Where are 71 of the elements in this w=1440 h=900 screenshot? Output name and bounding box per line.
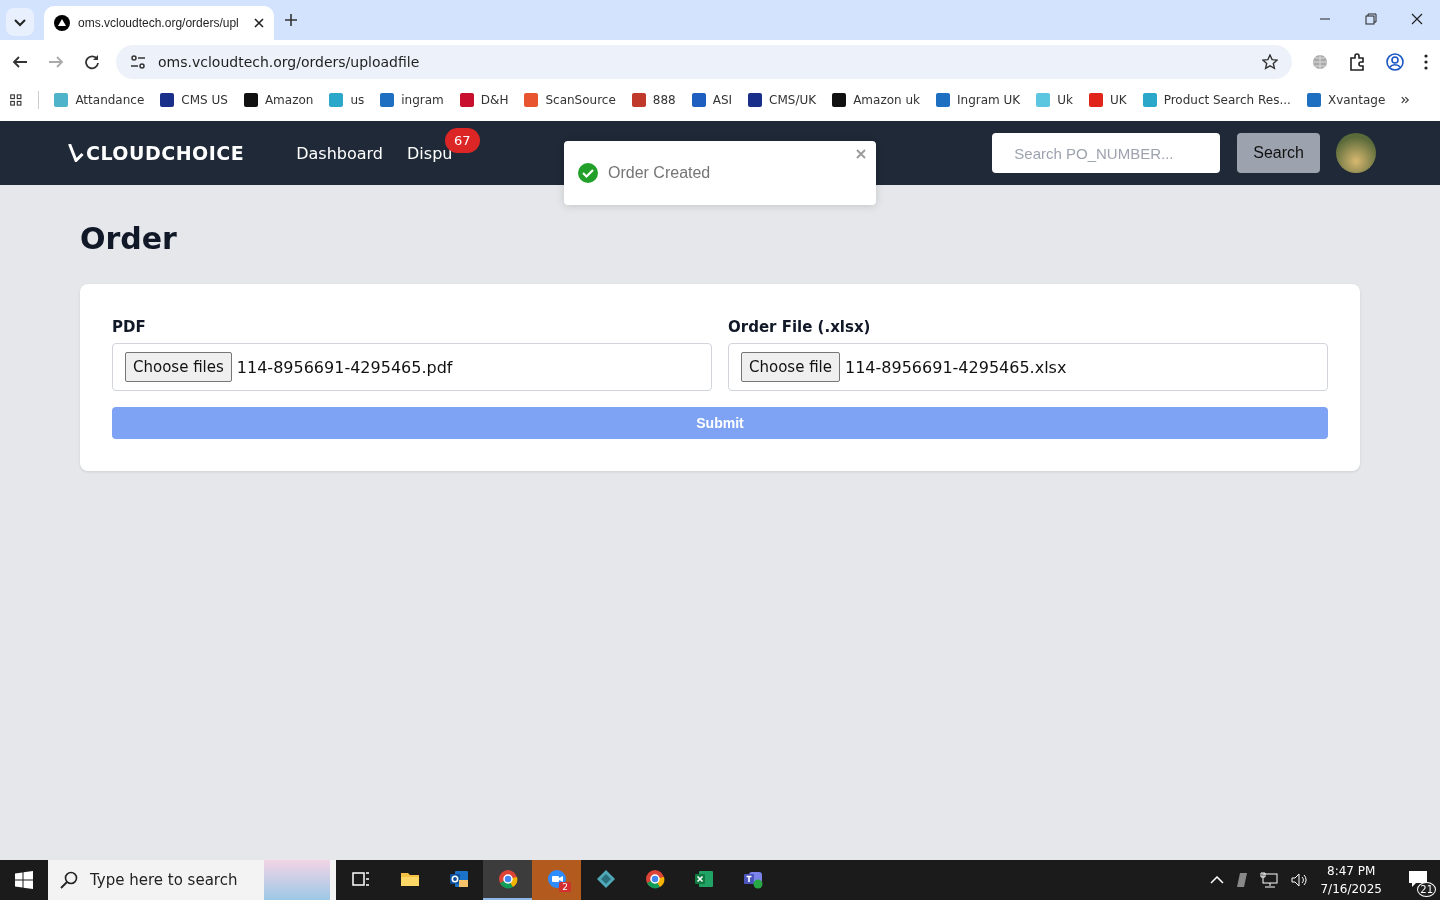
bookmark-link[interactable]: Amazon uk — [832, 93, 920, 107]
address-bar[interactable]: oms.vcloudtech.org/orders/uploadfile — [116, 45, 1292, 79]
search-button[interactable]: Search — [1237, 133, 1320, 173]
profile-icon[interactable] — [1386, 53, 1404, 71]
reload-icon[interactable] — [84, 54, 100, 70]
taskbar-app-button[interactable] — [483, 860, 532, 900]
search-field[interactable]: Search PO_NUMBER... — [992, 133, 1221, 173]
v-mark-icon — [68, 144, 84, 162]
bookmark-link[interactable]: ingram — [380, 93, 444, 107]
bookmark-link[interactable]: Ingram UK — [936, 93, 1021, 107]
browser-app-icon — [644, 869, 665, 889]
puzzle-piece-icon[interactable] — [1348, 53, 1366, 71]
avatar-photo[interactable] — [1336, 133, 1376, 173]
bookmark-link[interactable]: D&H — [459, 93, 509, 107]
chevrons-right-icon[interactable] — [1401, 94, 1410, 106]
diamond-app-icon — [595, 869, 616, 889]
bookmark-link[interactable]: us — [329, 93, 365, 107]
restore-icon[interactable] — [1365, 13, 1377, 25]
close-icon[interactable] — [1411, 13, 1423, 25]
task-view-icon — [350, 869, 371, 889]
bookmark-link[interactable]: Product Search Res... — [1142, 93, 1291, 107]
chat-app-icon — [742, 869, 763, 889]
field-label: Order File (.xlsx) — [728, 318, 872, 336]
page-title: Order — [80, 221, 178, 256]
site-settings-icon — [130, 55, 146, 69]
close-icon[interactable] — [254, 18, 264, 28]
nav-link[interactable]: Dashboard — [296, 143, 384, 163]
choose-file-button[interactable]: Choose files — [125, 352, 232, 382]
bookmark-link[interactable]: Amazon — [243, 93, 314, 107]
mail-app-icon — [448, 869, 469, 889]
file-name: 114-8956691-4295465.xlsx — [845, 357, 1067, 377]
bookmark-link[interactable]: ASI — [691, 93, 733, 107]
bookmark-link[interactable]: 888 — [631, 93, 676, 107]
search-highlight-picture — [264, 860, 330, 900]
browser-app-icon — [497, 869, 518, 889]
bookmark-link[interactable]: Attandance — [54, 93, 145, 107]
speaker-icon[interactable] — [1290, 872, 1309, 888]
pen-app-icon[interactable] — [1236, 872, 1249, 888]
apps-grid-icon[interactable] — [10, 92, 22, 108]
bookmark-link[interactable]: CMS US — [160, 93, 228, 107]
chevron-up-icon[interactable] — [1210, 876, 1225, 884]
file-input[interactable]: Choose files 114-8956691-4295465.pdf — [112, 343, 712, 391]
toast-message: Order Created — [608, 164, 711, 182]
star-icon[interactable] — [1262, 54, 1278, 70]
bookmark-link[interactable]: CMS/UK — [748, 93, 817, 107]
tab-list-icon[interactable] — [6, 8, 34, 36]
notification-count: 21 — [1417, 881, 1436, 897]
count-badge: 2 — [559, 882, 571, 892]
file-name: 114-8956691-4295465.pdf — [236, 357, 453, 377]
field-label: PDF — [112, 318, 147, 336]
check-circle-icon — [578, 163, 598, 183]
spreadsheet-app-icon — [693, 869, 714, 889]
bookmark-link[interactable]: Xvantage — [1306, 93, 1386, 107]
triangle-logo-icon — [54, 15, 70, 31]
clock-time[interactable]: 8:47 PM — [1320, 862, 1382, 880]
search-icon — [60, 871, 78, 889]
bookmark-link[interactable]: UK — [1088, 93, 1127, 107]
tab-title: oms.vcloudtech.org/orders/upl — [78, 16, 240, 30]
more-menu-icon[interactable] — [1424, 54, 1428, 70]
windows-logo-icon[interactable] — [15, 871, 33, 889]
bookmark-link[interactable]: ScanSource — [524, 93, 616, 107]
back-arrow-icon[interactable] — [12, 54, 28, 70]
new-tab-icon[interactable] — [284, 13, 298, 27]
bookmark-link[interactable]: Uk — [1036, 93, 1073, 107]
network-icon[interactable] — [1260, 872, 1279, 888]
choose-file-button[interactable]: Choose file — [741, 352, 840, 382]
clock-date[interactable]: 7/16/2025 — [1320, 880, 1382, 898]
taskbar-app-button[interactable]: 2 — [532, 860, 581, 900]
file-input[interactable]: Choose file 114-8956691-4295465.xlsx — [728, 343, 1328, 391]
logo-text: CLOUDCHOICE — [86, 142, 245, 164]
browser-tab[interactable]: oms.vcloudtech.org/orders/upl — [44, 6, 274, 40]
